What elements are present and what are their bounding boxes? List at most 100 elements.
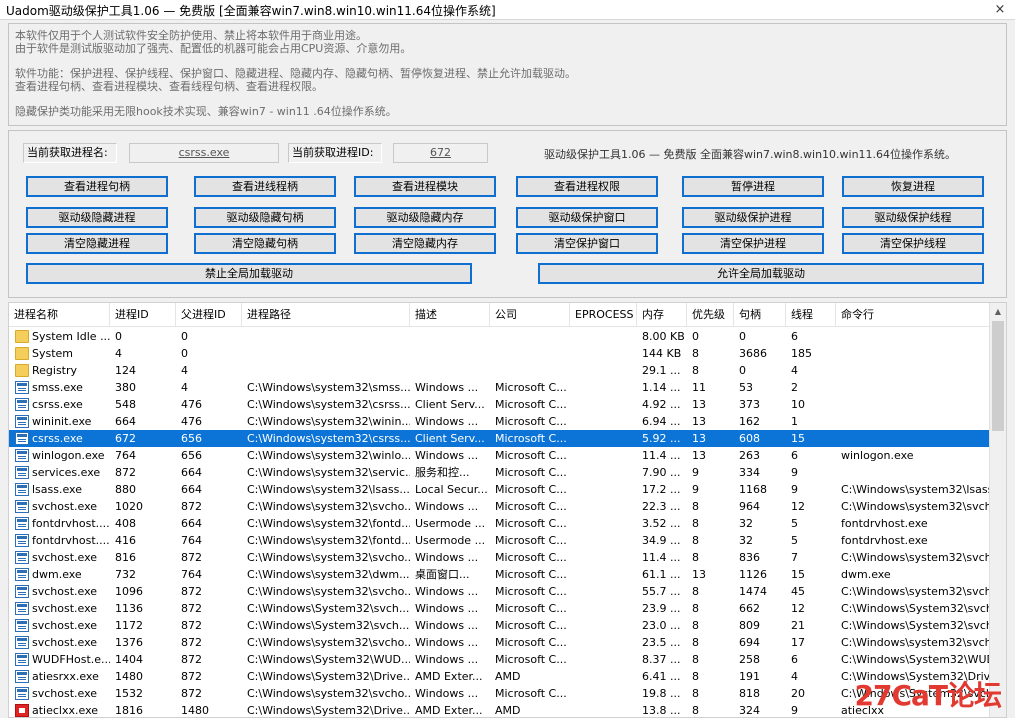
table-cell: 8 <box>692 602 699 615</box>
table-cell: Windows ... <box>415 687 479 700</box>
table-row[interactable]: System Idle ... 0 0 8.00 KB 0 0 6 <box>9 328 991 345</box>
column-header[interactable]: 进程路径 <box>242 303 410 327</box>
info-line: 隐藏保护类功能采用无限hook技术实现、兼容win7 - win11 .64位操… <box>15 105 397 118</box>
scroll-up-icon[interactable]: ▲ <box>990 303 1006 320</box>
table-row[interactable]: fontdrvhost.... 416 764 C:\Windows\system32… <box>9 532 991 549</box>
action-button[interactable]: 暂停进程 <box>682 176 824 197</box>
column-header[interactable]: 命令行 <box>836 303 991 327</box>
column-header[interactable]: 进程名称 <box>9 303 110 327</box>
action-button[interactable]: 清空隐藏内存 <box>354 233 496 254</box>
column-header[interactable]: EPROCESS <box>570 303 637 327</box>
table-row[interactable]: svchost.exe 1136 872 C:\Windows\System32\sv… <box>9 600 991 617</box>
table-row[interactable]: dwm.exe 732 764 C:\Windows\system32\dwm....… <box>9 566 991 583</box>
table-cell: Windows ... <box>415 415 479 428</box>
action-button[interactable]: 清空保护线程 <box>842 233 984 254</box>
table-cell: 8 <box>692 687 699 700</box>
table-cell: Microsoft C... <box>495 551 567 564</box>
table-cell: 32 <box>739 517 753 530</box>
action-button[interactable]: 清空保护进程 <box>682 233 824 254</box>
table-cell: 6 <box>791 330 798 343</box>
table-row[interactable]: svchost.exe 1376 872 C:\Windows\system32\sv… <box>9 634 991 651</box>
table-row[interactable]: svchost.exe 1096 872 C:\Windows\system32\sv… <box>9 583 991 600</box>
column-header[interactable]: 线程 <box>786 303 836 327</box>
disable-driver-load-button[interactable]: 禁止全局加载驱动 <box>26 263 472 284</box>
close-icon[interactable]: × <box>985 0 1015 20</box>
table-cell: 9 <box>692 483 699 496</box>
table-cell: csrss.exe <box>32 432 83 445</box>
table-cell: C:\Windows\system32\svcho... <box>247 500 410 513</box>
action-button[interactable]: 驱动级保护进程 <box>682 207 824 228</box>
table-cell: Microsoft C... <box>495 602 567 615</box>
table-cell: 836 <box>739 551 760 564</box>
table-cell: 964 <box>739 500 760 513</box>
table-cell: 9 <box>692 466 699 479</box>
table-row[interactable]: csrss.exe 672 656 C:\Windows\system32\csrss… <box>9 430 991 447</box>
column-header[interactable]: 公司 <box>490 303 570 327</box>
table-row[interactable]: svchost.exe 1532 872 C:\Windows\system32\sv… <box>9 685 991 702</box>
table-row[interactable]: services.exe 872 664 C:\Windows\system32\se… <box>9 464 991 481</box>
table-cell: fontdrvhost.exe <box>841 517 928 530</box>
table-row[interactable]: Registry 124 4 29.1 ... 8 0 4 <box>9 362 991 379</box>
table-cell: 11.4 ... <box>642 449 681 462</box>
action-button[interactable]: 查看进程权限 <box>516 176 658 197</box>
table-cell: C:\Windows\system32\svcho <box>841 636 991 649</box>
table-cell: 2 <box>791 381 798 394</box>
table-cell: C:\Windows\system32\fontd... <box>247 517 410 530</box>
table-row[interactable]: wininit.exe 664 476 C:\Windows\system32\win… <box>9 413 991 430</box>
column-header[interactable]: 描述 <box>410 303 490 327</box>
table-cell: 872 <box>181 551 202 564</box>
table-row[interactable]: svchost.exe 1172 872 C:\Windows\System32\sv… <box>9 617 991 634</box>
column-header[interactable]: 优先级 <box>687 303 734 327</box>
table-row[interactable]: lsass.exe 880 664 C:\Windows\system32\lsass… <box>9 481 991 498</box>
table-cell: fontdrvhost.exe <box>841 534 928 547</box>
panel-caption: 驱动级保护工具1.06 — 免费版 全面兼容win7.win8.win10.wi… <box>544 148 957 161</box>
table-row[interactable]: csrss.exe 548 476 C:\Windows\system32\csrss… <box>9 396 991 413</box>
table-row[interactable]: atiesrxx.exe 1480 872 C:\Windows\System32\D… <box>9 668 991 685</box>
allow-driver-load-button[interactable]: 允许全局加载驱动 <box>538 263 984 284</box>
table-cell: C:\Windows\system32\servic... <box>247 466 410 479</box>
action-button[interactable]: 查看进程句柄 <box>26 176 168 197</box>
table-cell: 8 <box>692 585 699 598</box>
table-row[interactable]: atieclxx.exe 1816 1480 C:\Windows\System32\… <box>9 702 991 717</box>
table-row[interactable]: smss.exe 380 4 C:\Windows\system32\smss....… <box>9 379 991 396</box>
table-row[interactable]: fontdrvhost.... 408 664 C:\Windows\system32… <box>9 515 991 532</box>
table-row[interactable]: System 4 0 144 KB 8 3686 185 <box>9 345 991 362</box>
scroll-thumb[interactable] <box>992 321 1004 431</box>
action-button[interactable]: 驱动级隐藏内存 <box>354 207 496 228</box>
column-header[interactable]: 父进程ID <box>176 303 242 327</box>
process-name-field[interactable]: csrss.exe <box>129 143 279 163</box>
table-cell: 5 <box>791 534 798 547</box>
info-line: 查看进程句柄、查看进程模块、查看线程句柄、查看进程权限。 <box>15 80 323 93</box>
process-list[interactable]: 进程名称 进程ID 父进程ID 进程路径 描述 公司 EPROCESS 内存 优先级 句柄 线程 命令… <box>8 302 1007 718</box>
table-cell: 6 <box>791 449 798 462</box>
action-button[interactable]: 驱动级隐藏句柄 <box>194 207 336 228</box>
process-id-field[interactable]: 672 <box>393 143 488 163</box>
table-row[interactable]: svchost.exe 1020 872 C:\Windows\system32\sv… <box>9 498 991 515</box>
table-cell: 6 <box>791 653 798 666</box>
table-cell: Client Serv... <box>415 432 485 445</box>
vertical-scrollbar[interactable]: ▲ <box>989 303 1006 717</box>
action-button[interactable]: 清空保护窗口 <box>516 233 658 254</box>
table-cell: atieclxx.exe <box>32 704 99 717</box>
table-cell: C:\Windows\system32\dwm.... <box>247 568 410 581</box>
action-button[interactable]: 驱动级保护线程 <box>842 207 984 228</box>
table-cell: Usermode ... <box>415 534 486 547</box>
action-button[interactable]: 清空隐藏句柄 <box>194 233 336 254</box>
action-button[interactable]: 驱动级隐藏进程 <box>26 207 168 228</box>
table-cell: 桌面窗口... <box>415 568 470 581</box>
table-row[interactable]: svchost.exe 816 872 C:\Windows\system32\svc… <box>9 549 991 566</box>
table-row[interactable]: winlogon.exe 764 656 C:\Windows\system32\wi… <box>9 447 991 464</box>
table-row[interactable]: WUDFHost.e... 1404 872 C:\Windows\System32\… <box>9 651 991 668</box>
action-button[interactable]: 查看进程模块 <box>354 176 496 197</box>
column-header[interactable]: 句柄 <box>734 303 786 327</box>
action-button[interactable]: 恢复进程 <box>842 176 984 197</box>
action-button[interactable]: 驱动级保护窗口 <box>516 207 658 228</box>
action-button[interactable]: 清空隐藏进程 <box>26 233 168 254</box>
action-button[interactable]: 查看进线程柄 <box>194 176 336 197</box>
column-header[interactable]: 内存 <box>637 303 687 327</box>
column-header[interactable]: 进程ID <box>110 303 176 327</box>
table-cell: 9 <box>791 466 798 479</box>
table-cell: Usermode ... <box>415 517 486 530</box>
table-cell: Local Secur... <box>415 483 488 496</box>
table-cell <box>410 345 490 362</box>
